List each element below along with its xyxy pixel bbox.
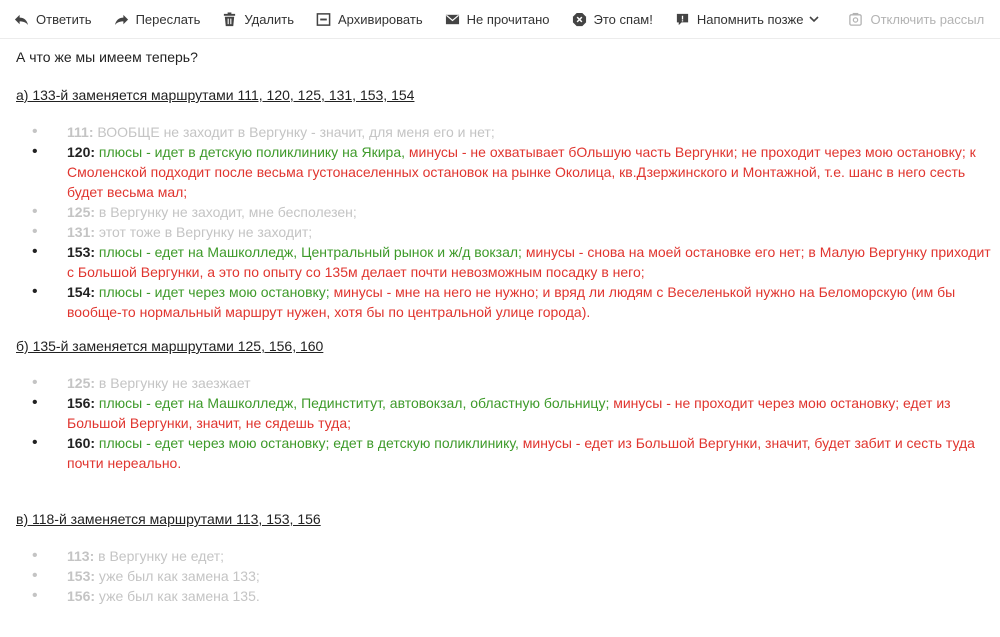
trash-icon	[224, 11, 236, 26]
section-heading-b: б) 135-й заменяется маршрутами 125, 156,…	[16, 338, 324, 354]
route-note: уже был как замена 133;	[98, 568, 260, 584]
reply-label: Ответить	[36, 11, 92, 27]
archive-button[interactable]: Архивировать	[316, 12, 423, 27]
route-pros: плюсы - идет в детскую поликлинику на Як…	[98, 144, 409, 160]
route-number: 125:	[67, 204, 99, 220]
delete-button[interactable]: Удалить	[222, 12, 294, 27]
list-item: • 160: плюсы - едет через мою остановку;…	[32, 434, 975, 471]
mark-unread-button[interactable]: Не прочитано	[445, 12, 550, 27]
route-number: 153:	[67, 568, 99, 584]
list-item: • 125: в Вергунку не заезжает	[32, 374, 251, 391]
route-note: в Вергунку не заходит, мне бесполезен;	[98, 204, 357, 220]
route-number: 156:	[67, 395, 99, 411]
route-pros: плюсы - едет на Машколледж, Пединститут,…	[98, 395, 614, 411]
route-list-b: • 125: в Вергунку не заезжает • 156: плю…	[16, 373, 1000, 473]
route-list-a: • 111: ВООБЩЕ не заходит в Вергунку - зн…	[16, 122, 1000, 322]
chevron-down-icon	[809, 16, 820, 23]
route-note: этот тоже в Вергунку не заходит;	[98, 224, 313, 240]
list-item: • 111: ВООБЩЕ не заходит в Вергунку - зн…	[32, 123, 495, 140]
route-note: ВООБЩЕ не заходит в Вергунку - значит, д…	[97, 124, 495, 140]
route-note: в Вергунку не едет;	[98, 548, 225, 564]
section-heading-a: а) 133-й заменяется маршрутами 111, 120,…	[16, 87, 415, 103]
route-number: 120:	[67, 144, 99, 160]
route-number: 160:	[67, 435, 99, 451]
spam-icon	[572, 12, 586, 26]
route-number: 113:	[67, 548, 99, 564]
route-number: 156:	[67, 588, 99, 604]
forward-button[interactable]: Переслать	[114, 11, 201, 27]
envelope-icon	[445, 14, 459, 24]
reply-button[interactable]: Ответить	[14, 12, 92, 27]
remind-later-button[interactable]: Напомнить позже	[675, 12, 827, 27]
spam-label: Это спам!	[593, 11, 653, 27]
mark-unread-label: Не прочитано	[466, 11, 550, 27]
forward-icon	[114, 14, 128, 25]
archive-label: Архивировать	[338, 11, 423, 27]
route-number: 111:	[67, 124, 98, 140]
remind-later-label: Напомнить позже	[696, 11, 804, 27]
section-heading-c: в) 118-й заменяется маршрутами 113, 153,…	[16, 511, 321, 527]
delete-label: Удалить	[244, 11, 295, 27]
route-note: уже был как замена 135.	[98, 588, 260, 604]
route-note: в Вергунку не заезжает	[98, 375, 251, 391]
unsubscribe-button[interactable]: Отключить рассыл	[848, 12, 984, 27]
route-pros: плюсы - едет через мою остановку; едет в…	[98, 435, 523, 451]
list-item: • 154: плюсы - идет через мою остановку;…	[32, 283, 956, 320]
list-item: • 156: уже был как замена 135.	[32, 587, 260, 604]
unsubscribe-icon	[849, 12, 863, 26]
route-number: 154:	[67, 284, 99, 300]
list-item: • 113: в Вергунку не едет;	[32, 547, 225, 564]
route-pros: плюсы - идет через мою остановку;	[98, 284, 334, 300]
route-number: 125:	[67, 375, 99, 391]
intro-text: А что же мы имеем теперь?	[16, 49, 198, 65]
reminder-icon	[676, 13, 688, 25]
list-item: • 125: в Вергунку не заходит, мне беспол…	[32, 203, 357, 220]
list-item: • 131: этот тоже в Вергунку не заходит;	[32, 223, 313, 240]
route-pros: плюсы - едет на Машколледж, Центральный …	[98, 244, 526, 260]
message-toolbar: Ответить Переслать Удалить Архивировать …	[0, 0, 1000, 39]
unsubscribe-label: Отключить рассыл	[870, 11, 985, 27]
forward-label: Переслать	[135, 11, 201, 27]
reply-icon	[14, 14, 29, 25]
archive-icon	[316, 12, 331, 26]
list-item: • 156: плюсы - едет на Машколледж, Педин…	[32, 394, 951, 431]
list-item: • 153: уже был как замена 133;	[32, 567, 260, 584]
list-item: • 120: плюсы - идет в детскую поликлиник…	[32, 143, 976, 200]
spam-button[interactable]: Это спам!	[572, 12, 653, 27]
list-item: • 153: плюсы - едет на Машколледж, Центр…	[32, 243, 991, 280]
route-number: 131:	[67, 224, 99, 240]
route-list-c: • 113: в Вергунку не едет; • 153: уже бы…	[16, 546, 1000, 606]
route-number: 153:	[67, 244, 99, 260]
message-body: А что же мы имеем теперь? а) 133-й замен…	[0, 39, 1000, 606]
